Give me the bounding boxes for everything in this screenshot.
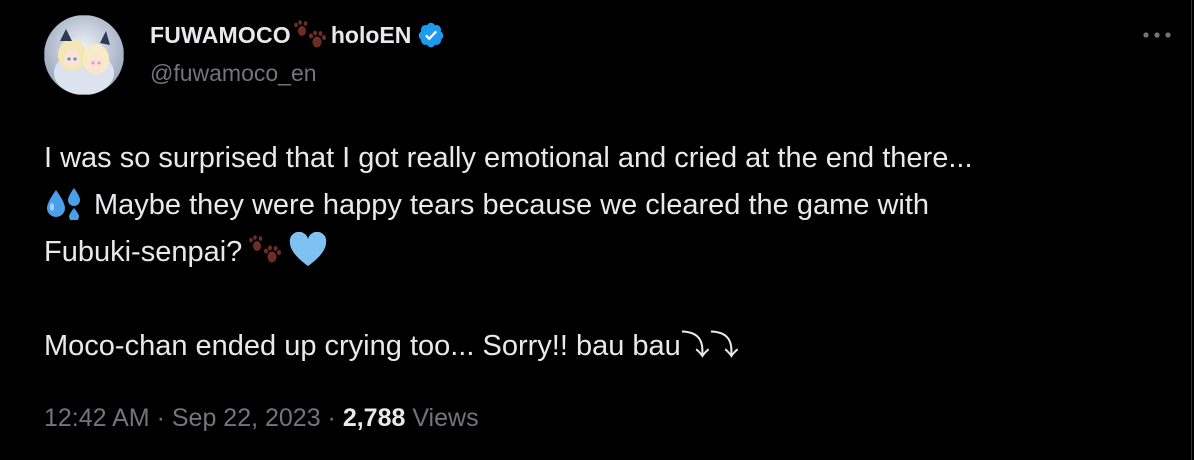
- sweat-drops-emoji-icon: [47, 188, 80, 221]
- tweet-date[interactable]: Sep 22, 2023: [172, 404, 321, 432]
- paragraph-break: [44, 276, 1164, 323]
- tweet-text: I was so surprised that I got really emo…: [44, 135, 1164, 370]
- column-border: [1191, 0, 1192, 460]
- verified-badge-icon[interactable]: [417, 21, 445, 49]
- meta-separator: ·: [149, 404, 172, 432]
- author-name-row[interactable]: FUWAMOCO holoEN: [150, 18, 445, 52]
- more-options-icon[interactable]: [1140, 30, 1174, 40]
- tweet-text-line-2-text: Maybe they were happy tears because we c…: [94, 189, 930, 221]
- paw-icon: [294, 20, 326, 48]
- tweet-card: FUWAMOCO holoEN @fuwamoco_en I was so su…: [0, 0, 1194, 460]
- author-handle[interactable]: @fuwamoco_en: [150, 60, 317, 87]
- tweet-text-line-1: I was so surprised that I got really emo…: [44, 142, 973, 174]
- profile-avatar: [44, 15, 124, 95]
- meta-separator: ·: [320, 404, 343, 432]
- tweet-text-line-2: Maybe they were happy tears because we c…: [44, 182, 1164, 229]
- paw-prints-emoji-icon: [249, 235, 282, 263]
- tweet-time[interactable]: 12:42 AM: [44, 404, 150, 432]
- tweet-text-line-4: Moco-chan ended up crying too... Sorry!!…: [44, 330, 739, 362]
- tweet-text-line-3: Fubuki-senpai?: [44, 229, 1164, 276]
- tweet-text-line-3-text: Fubuki-senpai?: [44, 236, 243, 268]
- tweet-meta: 12:42 AM · Sep 22, 2023 · 2,788 Views: [44, 404, 479, 433]
- views-label: Views: [405, 404, 479, 432]
- light-blue-heart-emoji-icon: [290, 232, 327, 267]
- display-name-suffix[interactable]: holoEN: [331, 22, 412, 49]
- display-name[interactable]: FUWAMOCO: [150, 22, 291, 49]
- avatar[interactable]: [44, 15, 124, 95]
- views-count: 2,788: [342, 404, 406, 432]
